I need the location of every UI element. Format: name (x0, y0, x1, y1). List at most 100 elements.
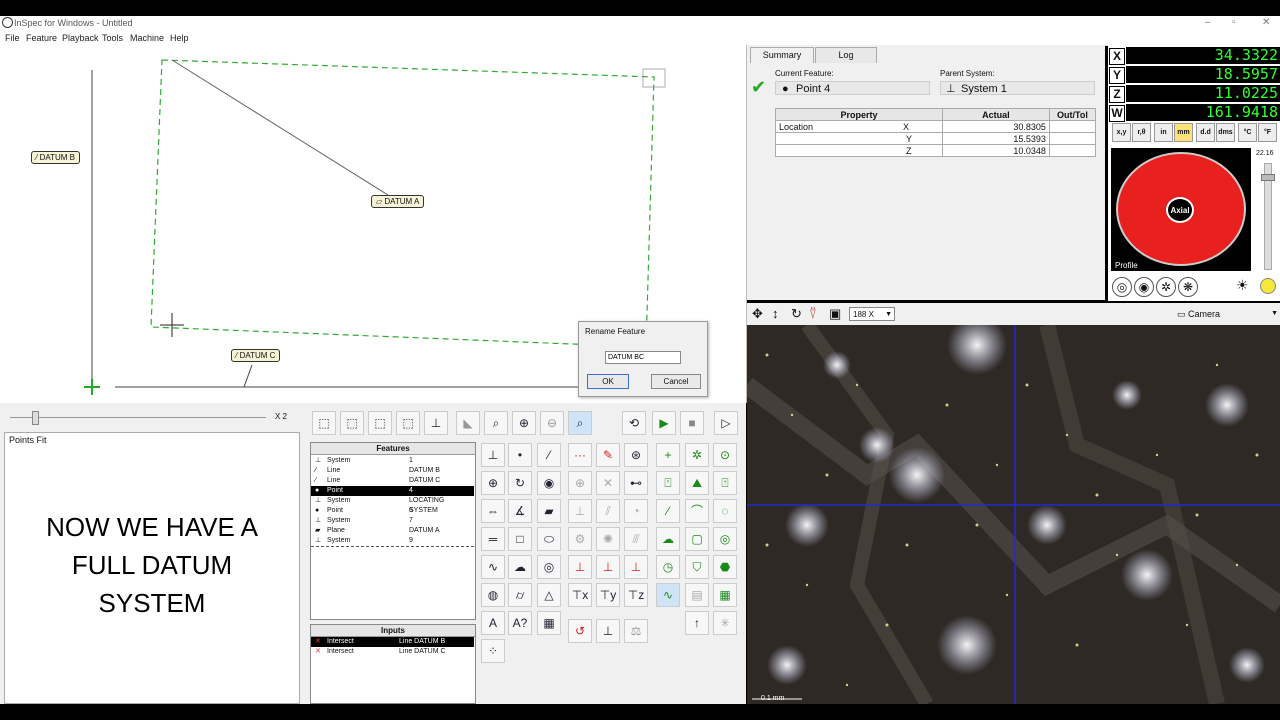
ring-light-icon[interactable]: ◎ (1112, 277, 1132, 297)
stop-icon[interactable]: ■ (680, 411, 704, 435)
circle-probe-icon[interactable]: ◌ (713, 499, 737, 523)
arc-probe-icon[interactable]: ⌒ (685, 499, 709, 523)
eraser-icon[interactable]: ✎ (596, 443, 620, 467)
datum-c-tag[interactable]: ⁄ DATUM C (231, 349, 281, 362)
list-item[interactable]: ⁄ Line DATUM B (311, 466, 474, 476)
zoom-slider-handle[interactable] (32, 411, 39, 425)
crosshair-tool-icon[interactable]: ⊕ (568, 471, 592, 495)
zoom-in-icon[interactable]: ⊕ (512, 411, 536, 435)
axial-button[interactable]: Axial (1166, 197, 1194, 223)
menu-playback[interactable]: Playback (62, 33, 99, 43)
translate-z-icon[interactable]: ⊤z (624, 583, 648, 607)
slot-tool-icon[interactable]: ⬭ (537, 527, 561, 551)
menu-file[interactable]: File (5, 33, 20, 43)
point-cloud-icon[interactable]: ⁘ (481, 639, 505, 663)
view-top-icon[interactable]: ⬚ (312, 411, 336, 435)
scan-probe-icon[interactable]: ▤ (685, 583, 709, 607)
zoom-marquee-icon[interactable]: ⌕ (484, 411, 508, 435)
parallel-tool-icon[interactable]: ═ (481, 527, 505, 551)
maximize-icon[interactable]: ▫ (1232, 17, 1236, 28)
offset-tool-icon[interactable]: ⫻ (624, 527, 648, 551)
list-item[interactable]: ▰ Plane DATUM A (311, 526, 474, 536)
translate-y-icon[interactable]: ⊤y (596, 583, 620, 607)
circle-center-tool-icon[interactable]: ⊕ (481, 471, 505, 495)
ring-probe-icon[interactable]: ◎ (713, 527, 737, 551)
mm-button[interactable]: mm (1174, 123, 1193, 142)
recognize-icon[interactable]: ⊛ (624, 443, 648, 467)
camera-view[interactable]: 0.1 mm (747, 325, 1280, 704)
midpoint-tool-icon[interactable]: ⊷ (624, 471, 648, 495)
intersect-tool-icon[interactable]: ✕ (596, 471, 620, 495)
play-icon[interactable]: ▶ (652, 411, 676, 435)
list-item-selected[interactable]: ● Point 4 (311, 486, 474, 496)
box-probe-icon[interactable]: ⍐ (713, 471, 737, 495)
level-tool-icon[interactable]: ⚖ (624, 619, 648, 643)
zoom-select[interactable]: 188 X ▼ (849, 307, 895, 321)
chart-icon[interactable]: ◣ (456, 411, 480, 435)
list-item[interactable]: ● Point 6 (311, 506, 474, 516)
minimize-icon[interactable]: – (1205, 17, 1211, 28)
line-tool-icon[interactable]: ⁄ (537, 443, 561, 467)
gear-icon[interactable]: ⚙ (568, 527, 592, 551)
record-icon[interactable]: ⟲ (622, 411, 646, 435)
cancel-button[interactable]: Cancel (651, 374, 701, 389)
view-iso-icon[interactable]: ⬚ (396, 411, 420, 435)
menu-help[interactable]: Help (170, 33, 189, 43)
curve-tool-icon[interactable]: ∿ (481, 555, 505, 579)
list-item[interactable]: ⊥ System 7 (311, 516, 474, 526)
move-up-icon[interactable]: ↑ (685, 611, 709, 635)
light-on-icon[interactable] (1260, 278, 1276, 294)
decimal-degrees-button[interactable]: d.d (1196, 123, 1215, 142)
tab-log[interactable]: Log (815, 47, 877, 63)
mountain-probe-icon[interactable]: ⛰ (685, 471, 709, 495)
menu-feature[interactable]: Feature (26, 33, 57, 43)
xy-button[interactable]: x,y (1112, 123, 1131, 142)
bisect-tool-icon[interactable]: ⫽ (596, 499, 620, 523)
cylinder-tool-icon[interactable]: ⌭ (508, 583, 532, 607)
fahrenheit-button[interactable]: °F (1258, 123, 1277, 142)
polar-button[interactable]: r,θ (1132, 123, 1151, 142)
query-tool-icon[interactable]: A? (508, 611, 532, 635)
blob-tool-icon[interactable]: ☁ (508, 555, 532, 579)
vertical-move-icon[interactable]: ↕ (772, 306, 779, 321)
system-tool-icon[interactable]: ⊥ (481, 443, 505, 467)
angle-tool-icon[interactable]: ∡ (508, 499, 532, 523)
step-icon[interactable]: ▷ (714, 411, 738, 435)
translate-x-icon[interactable]: ⊤x (568, 583, 592, 607)
cross-probe-icon[interactable]: + (656, 443, 680, 467)
plane-tool-icon[interactable]: ▰ (537, 499, 561, 523)
menu-tools[interactable]: Tools (102, 33, 123, 43)
intensity-slider[interactable] (1261, 163, 1275, 270)
tangent-tool-icon[interactable]: ◔ (624, 499, 648, 523)
target-probe-icon[interactable]: ⊙ (713, 443, 737, 467)
point-tool-icon[interactable]: • (508, 443, 532, 467)
align-tool-icon[interactable]: ⊥ (596, 619, 620, 643)
focus-icon[interactable]: ⍢ (809, 306, 817, 322)
brightness-icon[interactable]: ☀ (1236, 277, 1249, 294)
datum-z-icon[interactable]: ⊥ (624, 555, 648, 579)
tab-summary[interactable]: Summary (750, 47, 814, 63)
text-tool-icon[interactable]: A (481, 611, 505, 635)
line-probe-icon[interactable]: ⁄ (656, 499, 680, 523)
rotate-icon[interactable]: ↻ (791, 306, 802, 322)
rectangle-tool-icon[interactable]: □ (508, 527, 532, 551)
cone-tool-icon[interactable]: △ (537, 583, 561, 607)
zoom-fit-icon[interactable]: ⌕ (568, 411, 592, 435)
close-icon[interactable]: ✕ (1262, 17, 1270, 28)
shield-probe-icon[interactable]: ⛉ (685, 555, 709, 579)
segment-light-icon[interactable]: ✲ (1156, 277, 1176, 297)
distance-tool-icon[interactable]: ⇔ (481, 499, 505, 523)
grid-probe-icon[interactable]: ▦ (713, 583, 737, 607)
cloud-probe-icon[interactable]: ☁ (656, 527, 680, 551)
rect-probe-icon[interactable]: ▢ (685, 527, 709, 551)
light-control[interactable]: Axial Profile (1111, 148, 1251, 271)
list-item[interactable]: ⊥ System 1 (311, 456, 474, 466)
pan-icon[interactable]: ✥ (752, 306, 763, 322)
celsius-button[interactable]: °C (1238, 123, 1257, 142)
list-item-selected[interactable]: ✕ Intersect Line DATUM B (311, 637, 474, 647)
list-item[interactable]: ⁄ Line DATUM C (311, 476, 474, 486)
arc-tool-icon[interactable]: ↻ (508, 471, 532, 495)
camera-select[interactable]: ▭ Camera ▼ (1177, 307, 1280, 321)
view-side-icon[interactable]: ⬚ (368, 411, 392, 435)
dashed-line-icon[interactable]: ··· (568, 443, 592, 467)
